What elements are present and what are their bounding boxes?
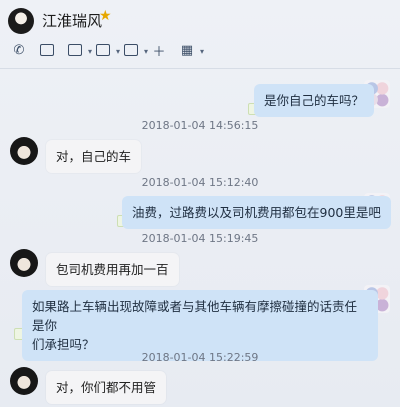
message-bubble: 对，你们都不用管 [46,371,167,404]
message-text: 是你自己的车吗？ [264,93,365,108]
message-bubble: 包司机费用再加一百 [46,253,179,286]
apps-icon[interactable]: ▦ [176,41,204,59]
timestamp: 2018-01-04 15:12:40 [141,176,259,189]
message-text: 油费，过路费以及司机费用都包在900里是吧 [132,205,381,220]
add-icon[interactable]: ＋ [148,41,170,60]
message-bubble: 油费，过路费以及司机费用都包在900里是吧 [122,196,391,229]
timestamp: 2018-01-04 14:56:15 [141,119,259,132]
contact-avatar[interactable] [10,367,38,395]
send-file-icon[interactable] [92,41,120,59]
message-text-line: 如果路上车辆出现故障或者与其他车辆有摩擦碰撞的话责任是你 [32,299,358,333]
remote-desktop-icon[interactable] [120,41,148,59]
message-text: 对，自己的车 [56,149,132,164]
star-icon: ★ [99,8,112,24]
contact-name[interactable]: 江淮瑞风 [42,10,102,31]
contact-avatar[interactable] [10,249,38,277]
timestamp: 2018-01-04 15:22:59 [141,351,259,364]
message-bubble: 是你自己的车吗？ [254,84,375,117]
chat-toolbar: ✆ ＋ ▦ [8,40,204,60]
chat-header: 江淮瑞风 ★ ✆ ＋ ▦ [0,0,400,70]
contact-avatar[interactable] [10,137,38,165]
message-text: 对，你们都不用管 [56,380,157,395]
screen-share-icon[interactable] [64,41,92,59]
message-text: 包司机费用再加一百 [56,262,169,277]
timestamp: 2018-01-04 15:19:45 [141,232,259,245]
phone-icon[interactable]: ✆ [8,41,30,59]
message-bubble: 对，自己的车 [46,140,142,173]
contact-avatar[interactable] [8,8,34,34]
header-divider [0,68,400,69]
video-call-icon[interactable] [36,41,58,59]
